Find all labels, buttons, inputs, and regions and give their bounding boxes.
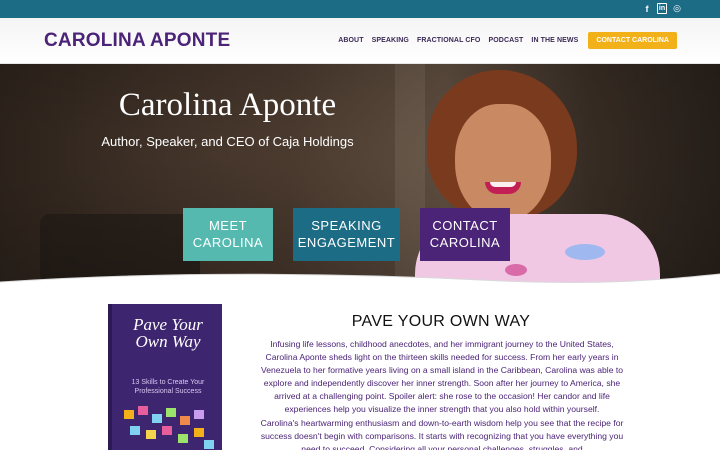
section-paragraph-2: Carolina's heartwarming enthusiasm and d… (260, 418, 624, 450)
meet-carolina-button[interactable]: MEET CAROLINA (183, 208, 273, 261)
site-logo[interactable]: CAROLINA APONTE (44, 30, 230, 52)
nav-speaking[interactable]: SPEAKING (372, 37, 409, 44)
hero-subtitle: Author, Speaker, and CEO of Caja Holding… (101, 134, 354, 149)
main-nav: ABOUT SPEAKING FRACTIONAL CFO PODCAST IN… (330, 32, 677, 49)
hero-wave-divider (0, 273, 720, 298)
sticky-notes-illustration (120, 404, 216, 450)
site-header: CAROLINA APONTE ABOUT SPEAKING FRACTIONA… (0, 18, 720, 64)
book-cover-title: Pave Your Own Way (133, 315, 203, 351)
contact-carolina-button[interactable]: CONTACT CAROLINA (588, 32, 677, 49)
top-social-bar: f in ◎ (0, 0, 720, 18)
book-cover-subtitle: 13 Skills to Create Your Professional Su… (131, 379, 205, 395)
section-paragraph-1: Infusing life lessons, childhood anecdot… (260, 339, 624, 414)
nav-podcast[interactable]: PODCAST (488, 37, 523, 44)
hero-title: Carolina Aponte (118, 87, 337, 123)
nav-fractional-cfo[interactable]: FRACTIONAL CFO (417, 37, 481, 44)
hero-contact-carolina-button[interactable]: CONTACT CAROLINA (420, 208, 510, 261)
speaking-engagement-button[interactable]: SPEAKING ENGAGEMENT (293, 208, 400, 261)
nav-in-the-news[interactable]: IN THE NEWS (531, 37, 578, 44)
instagram-icon[interactable]: ◎ (672, 3, 682, 14)
section-title: PAVE YOUR OWN WAY (351, 313, 531, 330)
hero-banner: Carolina Aponte Author, Speaker, and CEO… (0, 64, 720, 289)
nav-about[interactable]: ABOUT (338, 37, 363, 44)
facebook-icon[interactable]: f (642, 3, 652, 14)
linkedin-icon[interactable]: in (657, 3, 667, 14)
social-links: f in ◎ (642, 3, 682, 14)
book-cover[interactable]: Pave Your Own Way 13 Skills to Create Yo… (108, 304, 222, 450)
